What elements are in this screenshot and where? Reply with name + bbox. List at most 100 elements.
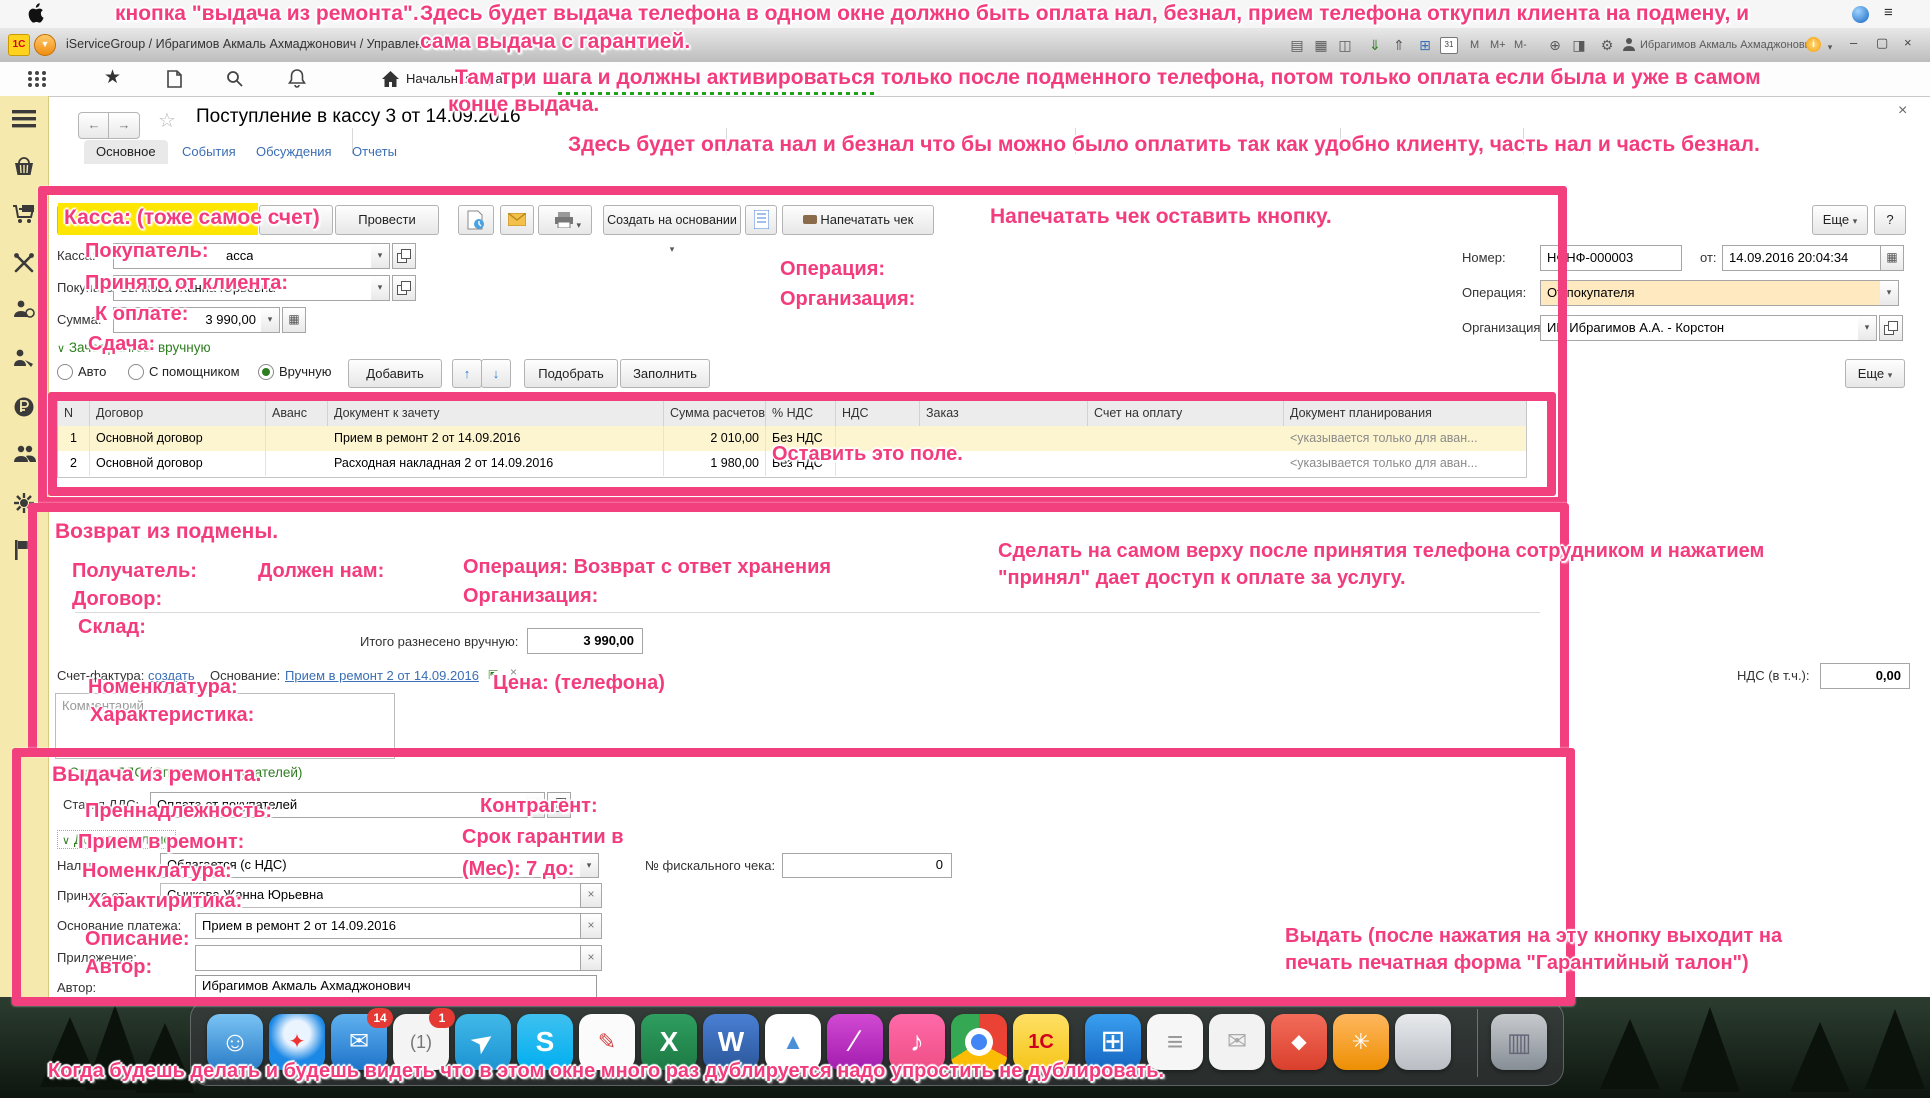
annotation: Организация: (780, 288, 915, 311)
preview-icon[interactable]: ◫ (1334, 35, 1356, 55)
sidebar-manager-icon[interactable] (13, 348, 35, 368)
date-calendar-button[interactable]: ▦ (1880, 245, 1904, 271)
org-dropdown-icon[interactable]: ▾ (1858, 315, 1877, 341)
calculator-icon[interactable]: ⊞ (1414, 35, 1436, 55)
more-button[interactable]: Еще ▾ (1812, 205, 1868, 235)
panel-icon[interactable]: ◨ (1568, 35, 1590, 55)
vat-total-field[interactable]: 0,00 (1820, 663, 1910, 689)
operation-dropdown-icon[interactable]: ▾ (1880, 280, 1899, 306)
notifications-bell-icon[interactable] (288, 69, 306, 88)
apple-menu-icon[interactable] (28, 3, 46, 23)
help-button[interactable]: ? (1874, 205, 1906, 235)
word-glyph: W (718, 1026, 744, 1057)
annotation: Возврат из подмены. (55, 520, 278, 544)
annotation: Когда будешь делать и будешь видеть что … (48, 1060, 1164, 1083)
annotation: кнопка "выдача из ремонта". (115, 2, 419, 26)
windows-glyph: ⊞ (1100, 1025, 1125, 1058)
tab-main[interactable]: Основное (84, 140, 168, 164)
date-value: 14.09.2016 20:04:34 (1729, 247, 1848, 269)
dock-divider (1477, 1009, 1478, 1077)
favorite-star-icon[interactable]: ☆ (158, 108, 176, 133)
sidebar-cart-icon[interactable] (12, 204, 36, 224)
tab-discussions[interactable]: Обсуждения (256, 140, 332, 164)
annotation: Выдать (после нажатия на эту кнопку выхо… (1285, 925, 1782, 948)
notes-app-glyph: ✎ (598, 1029, 616, 1054)
menu-list-icon[interactable]: ≡ (1884, 4, 1893, 21)
1c-logo-icon: 1С (8, 34, 30, 56)
annotation: Сделать на самом верху после принятия те… (998, 540, 1764, 563)
user-icon (1622, 37, 1636, 51)
print-icon[interactable]: ▦ (1310, 35, 1332, 55)
tab-reports[interactable]: Отчеты (352, 140, 397, 164)
info-icon[interactable]: i (1806, 37, 1821, 52)
sidebar-menu-icon[interactable] (12, 110, 36, 128)
annotation: "принял" дает доступ к оплате за услугу. (998, 567, 1406, 590)
org-open-button[interactable] (1879, 315, 1903, 341)
sidebar-client-icon[interactable] (13, 300, 35, 320)
annotation: Должен нам: (258, 560, 384, 583)
trash-icon[interactable]: ▥ (1491, 1014, 1547, 1070)
org-value: ИП Ибрагимов А.А. - Корстон (1547, 317, 1724, 339)
annotation: Здесь будет выдача телефона в одном окне… (420, 2, 1749, 26)
close-window-button[interactable]: × (1904, 35, 1912, 50)
calendar-icon[interactable]: 31 (1440, 37, 1458, 54)
vat-total-value: 0,00 (1876, 665, 1901, 687)
apps-grid-icon[interactable] (28, 71, 48, 87)
annotation: Организация: (463, 585, 598, 608)
phone-app-glyph: (1) (410, 1032, 432, 1052)
annotation: Договор: (72, 588, 162, 611)
date-label: от: (1700, 250, 1717, 265)
search-icon[interactable] (226, 70, 244, 88)
restore-button[interactable]: ▢ (1876, 35, 1888, 51)
launchpad-icon[interactable]: ✳ (1333, 1014, 1389, 1070)
save-icon[interactable]: ▤ (1286, 35, 1308, 55)
annotation: Напечатать чек оставить кнопку. (990, 205, 1332, 229)
globe-icon[interactable] (1852, 6, 1869, 23)
annotation: Срок гарантии в (462, 826, 624, 849)
user-name[interactable]: Ибрагимов Акмаль Ахмаджонович (1640, 35, 1817, 55)
memory-mminus-button[interactable]: M- (1514, 35, 1527, 55)
annotation: Характиритика: (88, 890, 242, 913)
red-app-glyph: ◆ (1291, 1031, 1306, 1053)
back-button[interactable]: ← (78, 112, 110, 139)
main-menu-button[interactable]: ▼ (34, 34, 56, 56)
vat-total-label: НДС (в т.ч.): (1737, 668, 1810, 683)
preview-glyph: ▲ (782, 1029, 804, 1054)
memory-m-button[interactable]: M (1470, 35, 1479, 55)
memory-mplus-button[interactable]: M+ (1490, 35, 1506, 55)
date-field[interactable]: 14.09.2016 20:04:34 (1722, 245, 1882, 271)
table-more-button[interactable]: Еще ▾ (1845, 359, 1905, 388)
annotation: Получатель: (72, 560, 197, 583)
lightshot-glyph: ∕ (852, 1025, 857, 1058)
sidebar-tools-icon[interactable] (13, 252, 35, 274)
notes2-glyph: ≡ (1167, 1026, 1183, 1057)
more-label: Еще (1823, 212, 1849, 227)
sidebar-basket-icon[interactable] (13, 156, 35, 176)
zoom-icon[interactable]: ⊕ (1544, 35, 1566, 55)
sidebar-money-icon[interactable] (13, 396, 35, 418)
red-app-icon[interactable]: ◆ (1271, 1014, 1327, 1070)
operation-field[interactable]: От покупателя (1540, 280, 1882, 306)
org-field[interactable]: ИП Ибрагимов А.А. - Корстон (1540, 315, 1860, 341)
annotation: конце выдача. (448, 93, 599, 117)
info-dropdown-icon[interactable]: ▾ (1824, 37, 1836, 57)
mail-glyph: ✉ (349, 1028, 369, 1055)
minimize-button[interactable]: – (1850, 35, 1857, 50)
gray-app-icon[interactable] (1395, 1014, 1451, 1070)
finder-glyph: ☺ (221, 1026, 250, 1057)
favorites-star-icon[interactable]: ★ (104, 66, 121, 89)
forward-button[interactable]: → (108, 112, 140, 139)
annotation: Оставить это поле. (772, 443, 963, 466)
export-icon[interactable]: ⇑ (1388, 35, 1410, 55)
tab-events[interactable]: События (182, 140, 236, 164)
import-icon[interactable]: ⇓ (1364, 35, 1386, 55)
history-icon[interactable] (166, 70, 182, 88)
sidebar-staff-icon[interactable] (13, 444, 37, 464)
annotation: К оплате: (95, 303, 188, 326)
green-squiggle (558, 92, 878, 95)
form-close-button[interactable]: × (1898, 102, 1907, 120)
settings-key-icon[interactable]: ⚙ (1596, 35, 1618, 55)
screen: ≡ 1С ▼ iServiceGroup / Ибрагимов Акмаль … (0, 0, 1930, 1098)
mail2-app-icon[interactable]: ✉ (1209, 1014, 1265, 1070)
annotation: Характеристика: (90, 704, 254, 727)
